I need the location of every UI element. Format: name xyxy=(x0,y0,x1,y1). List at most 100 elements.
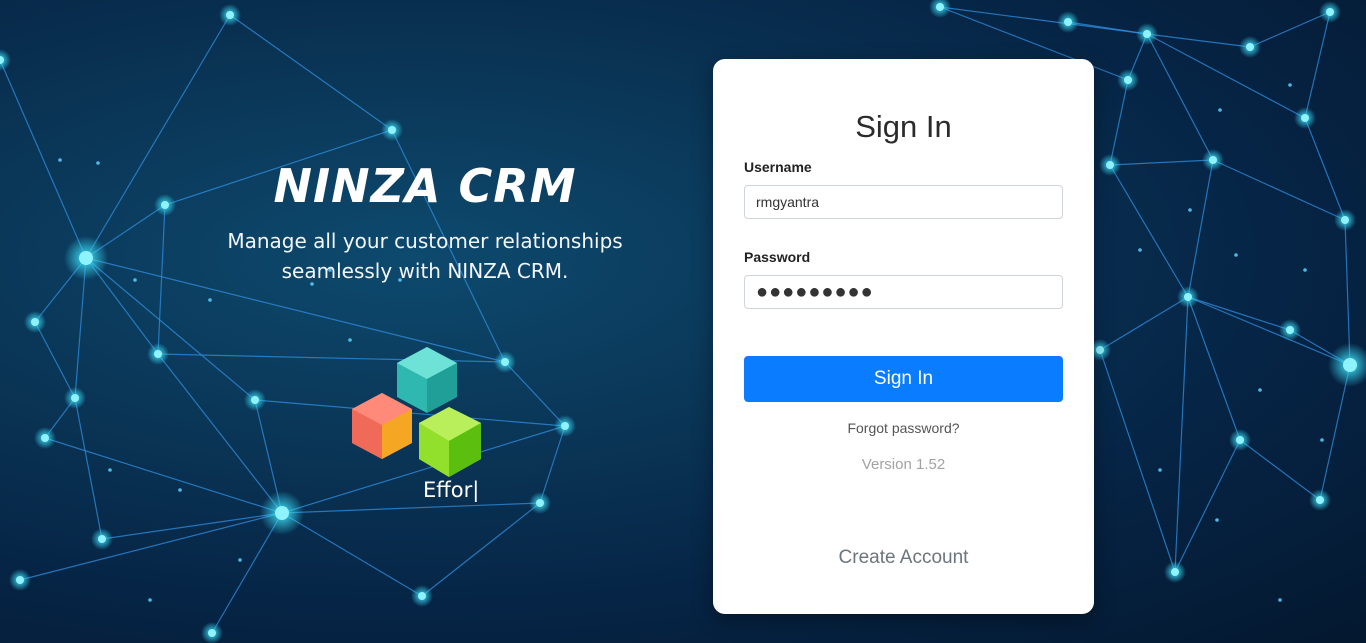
network-dot xyxy=(348,338,352,342)
network-node xyxy=(16,576,24,584)
network-background xyxy=(0,0,1366,643)
network-node xyxy=(154,350,162,358)
signin-title: Sign In xyxy=(855,109,952,144)
network-dot xyxy=(1320,438,1324,442)
network-node xyxy=(31,318,39,326)
network-dot xyxy=(133,278,137,282)
network-node xyxy=(561,422,569,430)
network-line xyxy=(1109,159,1214,166)
signin-card: Sign In Username Password Sign In Forgot… xyxy=(713,59,1094,614)
network-node xyxy=(1286,326,1294,334)
network-node xyxy=(71,394,79,402)
network-line xyxy=(1174,439,1241,573)
create-account-link[interactable]: Create Account xyxy=(713,547,1094,569)
network-node xyxy=(936,3,944,11)
network-line xyxy=(1187,159,1214,298)
forgot-password-link[interactable]: Forgot password? xyxy=(744,420,1063,436)
brand-tagline-line-2: seamlessly with NINZA CRM. xyxy=(281,259,569,283)
network-dot xyxy=(208,298,212,302)
network-dot xyxy=(238,558,242,562)
network-node xyxy=(226,11,234,19)
network-node xyxy=(1143,30,1151,38)
network-dot xyxy=(96,161,100,165)
network-node xyxy=(1124,76,1132,84)
network-node xyxy=(1301,114,1309,122)
network-line xyxy=(1249,11,1331,48)
network-line xyxy=(1146,33,1214,161)
network-dot xyxy=(1278,598,1282,602)
network-node xyxy=(1246,43,1254,51)
network-line xyxy=(1187,296,1351,366)
network-line xyxy=(1099,349,1176,573)
network-dot xyxy=(178,488,182,492)
network-dot xyxy=(1188,208,1192,212)
network-line xyxy=(101,512,283,540)
network-dot xyxy=(1234,253,1238,257)
network-dot xyxy=(1158,468,1162,472)
signin-button[interactable]: Sign In xyxy=(744,356,1063,402)
network-node xyxy=(1236,436,1244,444)
network-dot xyxy=(1218,108,1222,112)
network-node xyxy=(275,506,289,520)
network-line xyxy=(421,502,541,597)
brand-tagline: Manage all your customer relationships s… xyxy=(180,226,670,286)
network-dot xyxy=(108,468,112,472)
network-line xyxy=(939,6,1148,35)
network-dot xyxy=(1288,83,1292,87)
network-node xyxy=(1171,568,1179,576)
brand-panel: NINZA CRM Manage all your customer relat… xyxy=(180,150,670,286)
network-node xyxy=(1326,8,1334,16)
network-node xyxy=(536,499,544,507)
network-node xyxy=(1064,18,1072,26)
network-dot xyxy=(1215,518,1219,522)
network-line xyxy=(1187,296,1241,441)
network-line xyxy=(1146,33,1251,48)
network-node xyxy=(208,629,216,637)
network-node xyxy=(1343,358,1357,372)
network-node xyxy=(1096,346,1104,354)
network-line xyxy=(1099,296,1189,351)
brand-tagline-line-1: Manage all your customer relationships xyxy=(227,229,623,253)
network-line xyxy=(1146,33,1306,119)
network-node xyxy=(161,201,169,209)
network-line xyxy=(74,397,103,540)
network-dot xyxy=(1303,268,1307,272)
network-node xyxy=(79,251,93,265)
network-line xyxy=(539,425,566,504)
username-input[interactable] xyxy=(744,185,1063,219)
network-node xyxy=(251,396,259,404)
network-dot xyxy=(1258,388,1262,392)
network-line xyxy=(0,59,87,259)
logo-text: Effor| xyxy=(423,478,480,502)
network-line xyxy=(34,321,76,399)
network-node xyxy=(1341,216,1349,224)
network-line xyxy=(504,361,566,427)
network-node xyxy=(418,592,426,600)
network-line xyxy=(19,512,283,581)
network-line xyxy=(1109,79,1129,166)
password-input[interactable] xyxy=(744,275,1063,309)
network-dot xyxy=(148,598,152,602)
network-line xyxy=(157,204,166,355)
password-label: Password xyxy=(744,249,811,265)
network-node xyxy=(1209,156,1217,164)
network-node xyxy=(388,126,396,134)
network-dot xyxy=(58,158,62,162)
network-line xyxy=(1304,11,1331,119)
network-node xyxy=(1316,496,1324,504)
network-line xyxy=(229,14,393,131)
network-line xyxy=(281,512,423,597)
network-line xyxy=(1109,164,1189,298)
brand-title: NINZA CRM xyxy=(273,159,577,213)
version-text: Version 1.52 xyxy=(861,456,946,473)
network-node xyxy=(1106,161,1114,169)
network-node xyxy=(98,535,106,543)
network-node xyxy=(1184,293,1192,301)
username-label: Username xyxy=(744,159,812,175)
network-node xyxy=(41,434,49,442)
network-line xyxy=(1239,439,1321,501)
network-line xyxy=(1174,296,1189,573)
network-line xyxy=(1067,21,1148,35)
network-node xyxy=(501,358,509,366)
network-line xyxy=(1187,296,1291,331)
